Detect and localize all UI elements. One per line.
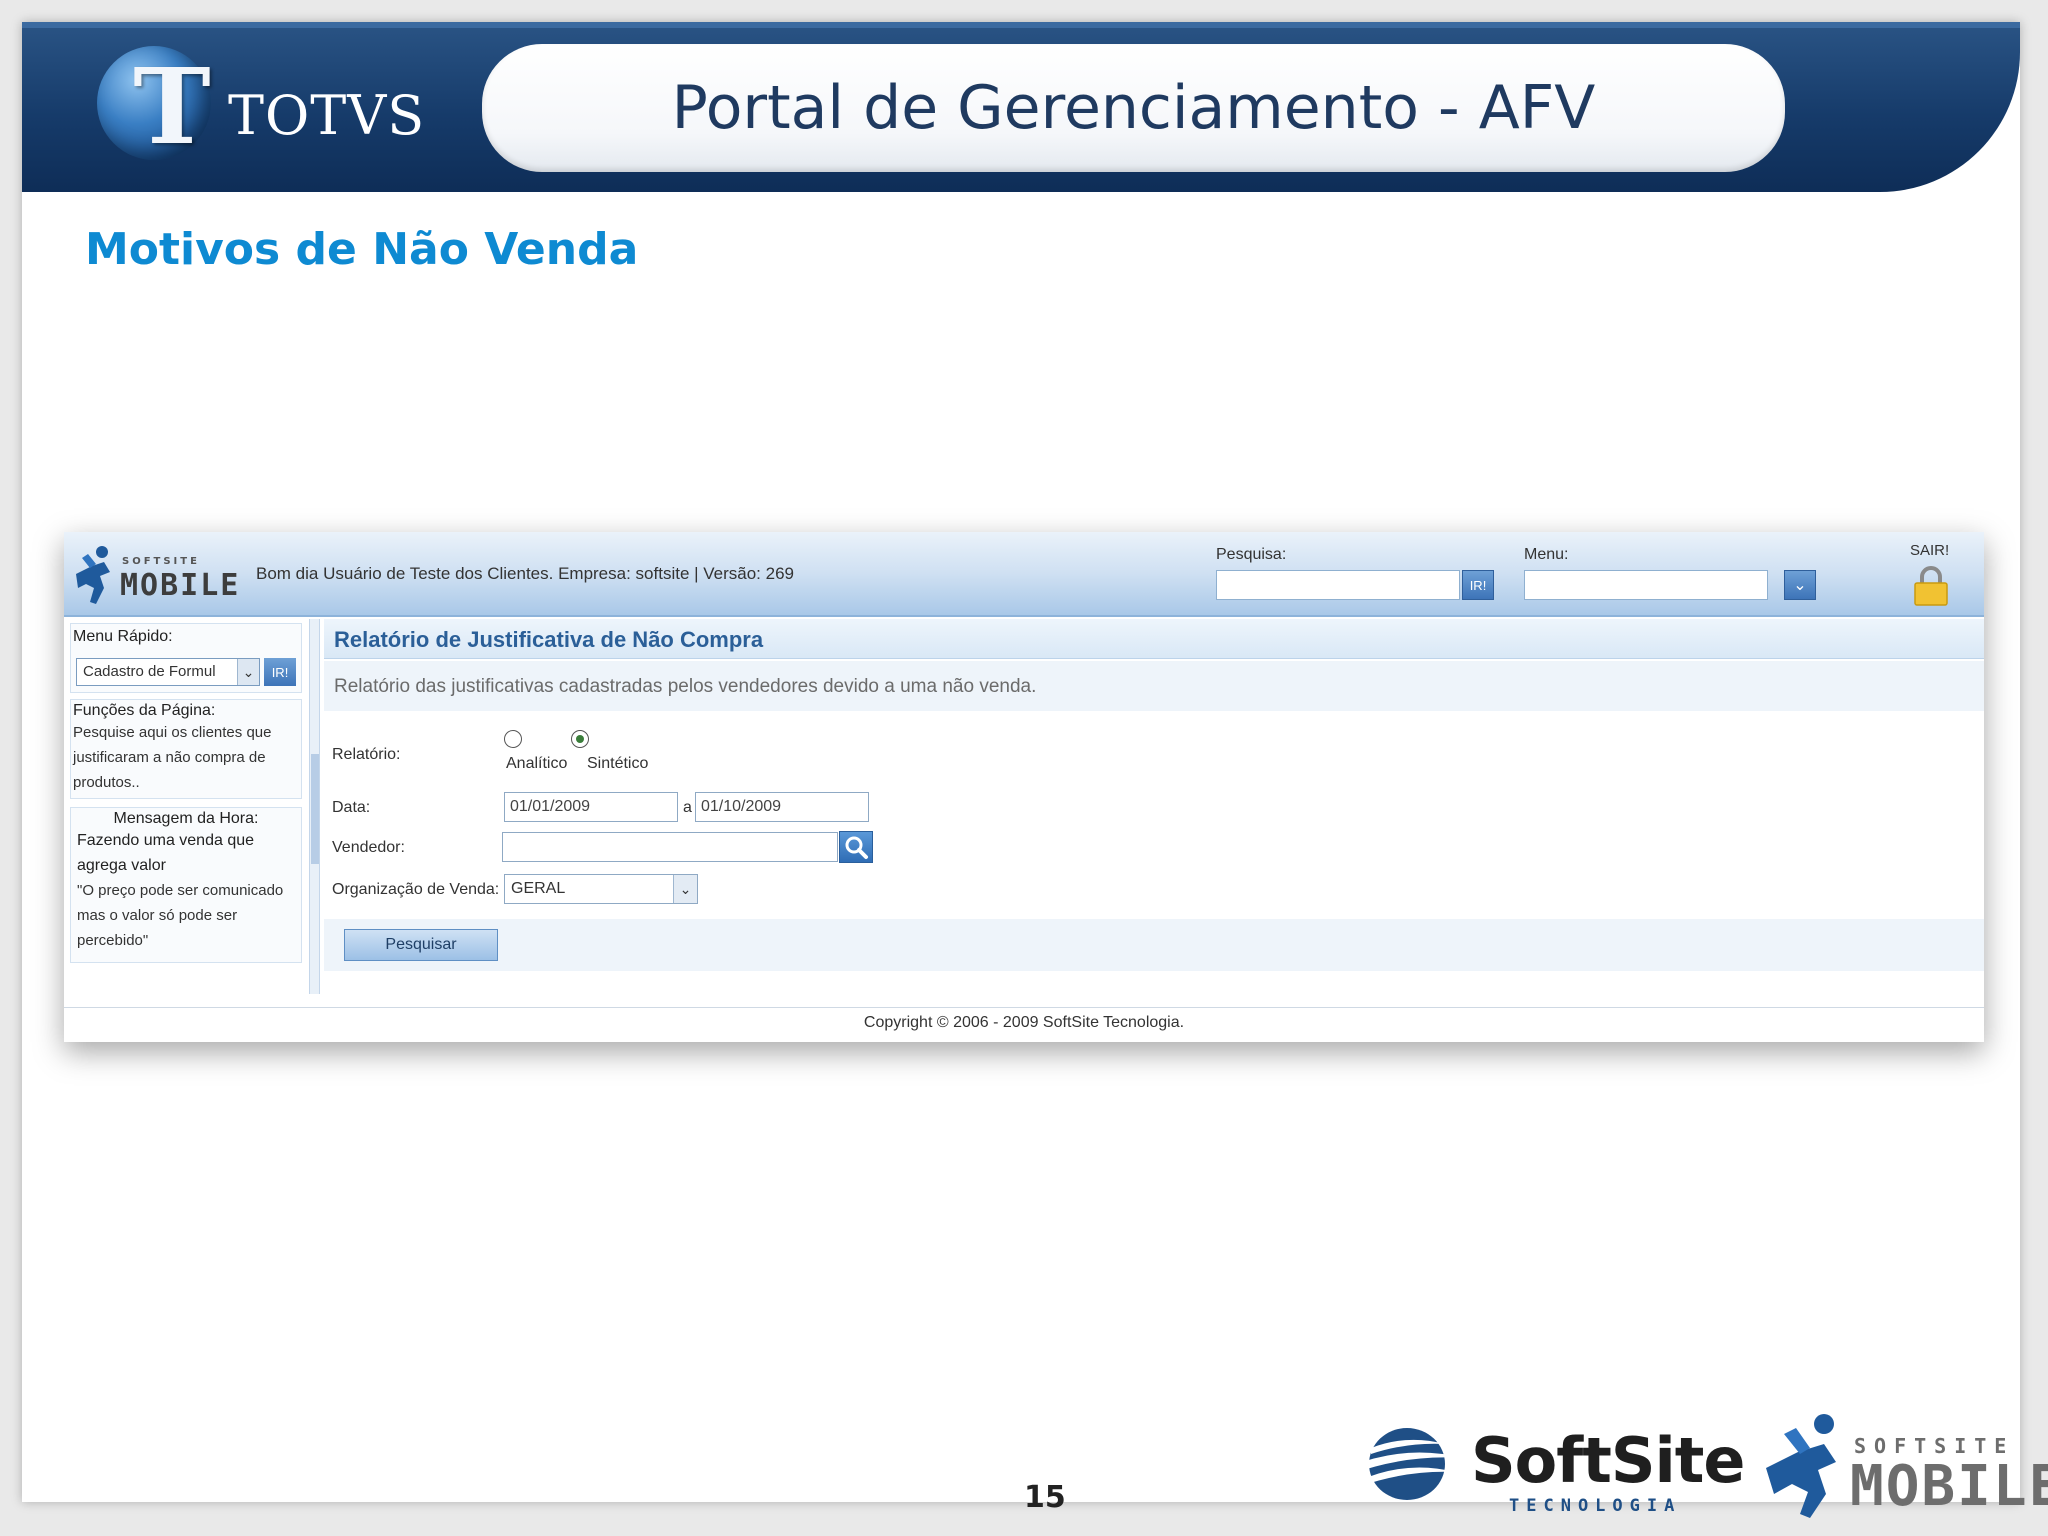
softsite-logo: SoftSite TECNOLOGIA: [1347, 1414, 1745, 1524]
chevron-down-icon: ⌄: [237, 659, 259, 685]
date-separator: a: [683, 799, 692, 816]
softsite-mobile-footer-logo: SOFTSITE MOBILE: [1762, 1410, 2048, 1522]
date-label: Data:: [332, 799, 371, 816]
quick-menu-title: Menu Rápido:: [73, 628, 173, 645]
logo-mobile-text: MOBILE: [120, 568, 241, 603]
radio-analitico[interactable]: [504, 730, 522, 748]
page-functions-text: Pesquise aqui os clientes que justificar…: [73, 724, 272, 791]
org-select[interactable]: GERAL ⌄: [504, 874, 698, 904]
report-label: Relatório:: [332, 746, 401, 763]
softsite-word: SoftSite: [1471, 1424, 1745, 1497]
seller-search-button[interactable]: [839, 831, 873, 863]
footer-divider: [64, 1007, 1984, 1008]
slide-title: Portal de Gerenciamento - AFV: [671, 73, 1596, 143]
menu-input[interactable]: [1524, 570, 1768, 600]
softsite-mobile-logo: SOFTSITE MOBILE: [70, 544, 238, 606]
radio-analitico-label: Analítico: [506, 755, 568, 772]
page-number: 15: [1024, 1480, 1066, 1515]
date-from-input[interactable]: 01/01/2009: [504, 792, 678, 822]
page-title: Relatório de Justificativa de Não Compra: [324, 619, 1984, 659]
search-label: Pesquisa:: [1216, 546, 1287, 563]
date-to-input[interactable]: 01/10/2009: [695, 792, 869, 822]
lock-icon[interactable]: [1912, 566, 1950, 606]
seller-input[interactable]: [502, 832, 838, 862]
runner-figure-icon: [76, 546, 110, 604]
message-text: "O preço pode ser comunicado mas o valor…: [77, 882, 284, 949]
message-box: Mensagem da Hora: Fazendo uma venda que …: [70, 807, 302, 963]
search-go-button[interactable]: IR!: [1462, 570, 1494, 600]
search-input[interactable]: [1216, 570, 1460, 600]
mobile-logo-mobile: MOBILE: [1850, 1454, 2048, 1519]
title-pill: Portal de Gerenciamento - AFV: [482, 44, 1785, 172]
app-header: SOFTSITE MOBILE Bom dia Usuário de Teste…: [64, 532, 1984, 617]
org-label: Organização de Venda:: [332, 881, 500, 898]
greeting-text: Bom dia Usuário de Teste dos Clientes. E…: [256, 564, 794, 583]
menu-label: Menu:: [1524, 546, 1569, 563]
copyright-text: Copyright © 2006 - 2009 SoftSite Tecnolo…: [863, 1014, 1185, 1031]
chevron-down-icon: ⌄: [1793, 577, 1807, 594]
page-functions-box: Funções da Página: Pesquise aqui os clie…: [70, 699, 302, 799]
runner-figure-icon: [1766, 1414, 1836, 1518]
slide: T TOTVS Portal de Gerenciamento - AFV Mo…: [22, 22, 2048, 1519]
message-heading: Fazendo uma venda que agrega valor: [77, 832, 255, 874]
sidebar: Menu Rápido: Cadastro de Formul ⌄ IR! Fu…: [64, 619, 310, 994]
softsite-sub: TECNOLOGIA: [1509, 1496, 1682, 1516]
radio-sintetico-label: Sintético: [587, 755, 649, 772]
logout-label[interactable]: SAIR!: [1910, 542, 1949, 559]
quick-menu-go-button[interactable]: IR!: [264, 658, 296, 686]
radio-sintetico[interactable]: [571, 730, 589, 748]
chevron-down-icon: ⌄: [673, 875, 697, 903]
org-selected-value: GERAL: [511, 880, 566, 897]
seller-label: Vendedor:: [332, 839, 405, 856]
page-functions-title: Funções da Página:: [73, 702, 216, 719]
button-bar: Pesquisar: [324, 919, 1984, 971]
magnifier-icon: [845, 836, 868, 859]
quick-menu-selected-value: Cadastro de Formul: [83, 663, 216, 680]
message-title: Mensagem da Hora:: [113, 810, 259, 827]
totvs-brand: TOTVS: [228, 84, 426, 147]
search-submit-button[interactable]: Pesquisar: [344, 929, 498, 961]
main-content: Relatório de Justificativa de Não Compra…: [324, 619, 1984, 994]
softsite-swirl-icon: [1351, 1428, 1463, 1500]
page-description: Relatório das justificativas cadastradas…: [324, 661, 1984, 711]
logo-softsite-text: SOFTSITE: [122, 556, 200, 567]
collapse-notch: [311, 754, 319, 864]
sidebar-collapse-handle[interactable]: [310, 619, 320, 994]
header-band: T TOTVS Portal de Gerenciamento - AFV: [22, 22, 2020, 192]
menu-dropdown-button[interactable]: ⌄: [1784, 570, 1816, 600]
section-title: Motivos de Não Venda: [85, 224, 639, 275]
totvs-logo-letter: T: [133, 45, 211, 168]
quick-menu-select[interactable]: Cadastro de Formul ⌄: [76, 658, 260, 686]
app-screenshot: SOFTSITE MOBILE Bom dia Usuário de Teste…: [64, 532, 1984, 1042]
